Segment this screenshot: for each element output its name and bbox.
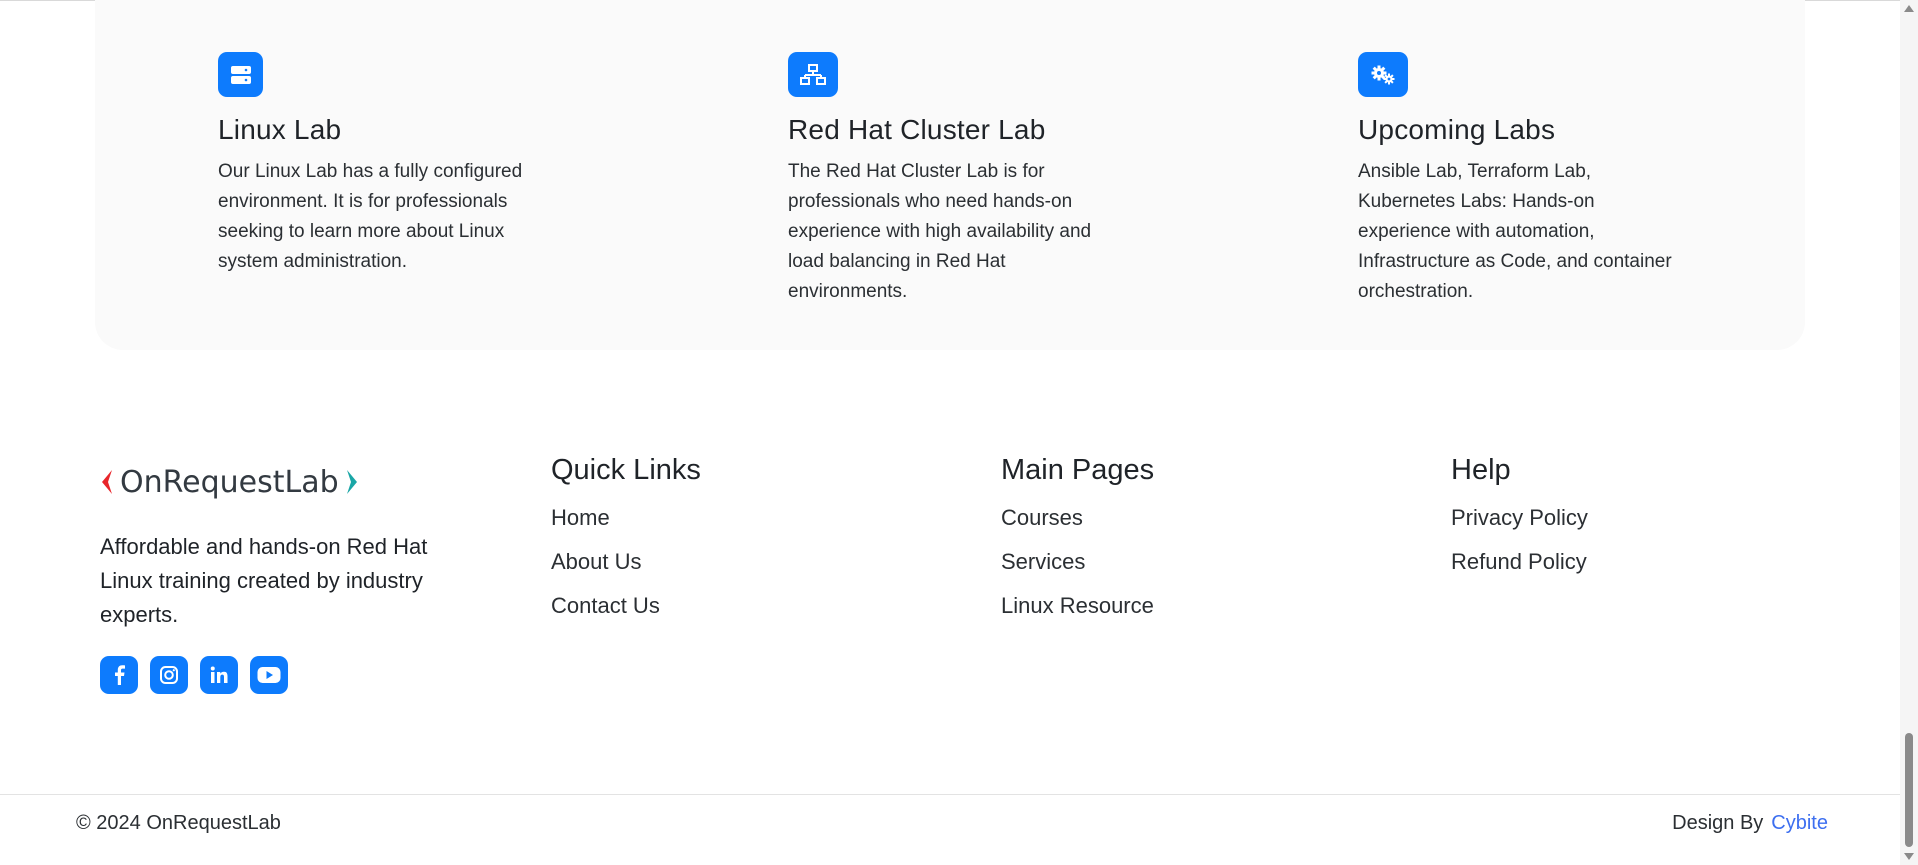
youtube-icon[interactable] — [250, 656, 288, 694]
scrollbar-thumb[interactable] — [1905, 733, 1913, 847]
instagram-icon[interactable] — [150, 656, 188, 694]
brand-logo[interactable]: OnRequestLab — [100, 462, 359, 502]
design-by-label: Design By — [1672, 812, 1764, 834]
network-icon — [788, 52, 838, 97]
designer-link[interactable]: Cybite — [1771, 812, 1828, 834]
brand-right-chevron-icon — [346, 470, 357, 494]
gears-icon — [1358, 52, 1408, 97]
features-panel: Linux Lab Our Linux Lab has a fully conf… — [95, 0, 1805, 350]
footer-about-text: Affordable and hands-on Red Hat Linux tr… — [100, 534, 428, 627]
footer-link-contact-us[interactable]: Contact Us — [551, 592, 701, 619]
footer-link-privacy-policy[interactable]: Privacy Policy — [1451, 504, 1588, 531]
scroll-down-arrow-icon[interactable] — [1904, 853, 1914, 860]
footer-main-pages: Main Pages Courses Services Linux Resour… — [1001, 452, 1154, 636]
facebook-icon[interactable] — [100, 656, 138, 694]
feature-upcoming-labs: Upcoming Labs Ansible Lab, Terraform Lab… — [1358, 52, 1688, 307]
footer-link-courses[interactable]: Courses — [1001, 504, 1154, 531]
help-title: Help — [1451, 454, 1511, 486]
quick-links-title: Quick Links — [551, 454, 701, 486]
brand-left-chevron-icon — [102, 470, 112, 494]
feature-red-hat-cluster-lab: Red Hat Cluster Lab The Red Hat Cluster … — [788, 52, 1118, 307]
social-links — [100, 656, 288, 694]
feature-text: Our Linux Lab has a fully configured env… — [218, 161, 523, 272]
linkedin-icon[interactable] — [200, 656, 238, 694]
footer-link-services[interactable]: Services — [1001, 548, 1154, 575]
feature-title: Linux Lab — [218, 114, 342, 145]
page: Linux Lab Our Linux Lab has a fully conf… — [0, 0, 1918, 865]
feature-title: Red Hat Cluster Lab — [788, 114, 1046, 145]
footer-link-home[interactable]: Home — [551, 504, 701, 531]
footer-help: Help Privacy Policy Refund Policy — [1451, 452, 1588, 592]
footer-link-about-us[interactable]: About Us — [551, 548, 701, 575]
feature-text: Ansible Lab, Terraform Lab, Kubernetes L… — [1358, 161, 1672, 302]
footer-divider — [0, 794, 1900, 795]
server-icon — [218, 52, 263, 97]
feature-title: Upcoming Labs — [1358, 114, 1556, 145]
footer-link-linux-resource[interactable]: Linux Resource — [1001, 592, 1154, 619]
footer-quick-links: Quick Links Home About Us Contact Us — [551, 452, 701, 636]
footer-link-refund-policy[interactable]: Refund Policy — [1451, 548, 1588, 575]
vertical-scrollbar[interactable] — [1900, 0, 1918, 865]
scroll-up-arrow-icon[interactable] — [1904, 5, 1914, 12]
main-pages-title: Main Pages — [1001, 454, 1155, 486]
design-credit: Design By Cybite — [1672, 810, 1828, 836]
brand-name: OnRequestLab — [120, 464, 339, 500]
feature-text: The Red Hat Cluster Lab is for professio… — [788, 161, 1092, 302]
copyright-text: © 2024 OnRequestLab — [76, 812, 281, 834]
feature-linux-lab: Linux Lab Our Linux Lab has a fully conf… — [218, 52, 548, 277]
